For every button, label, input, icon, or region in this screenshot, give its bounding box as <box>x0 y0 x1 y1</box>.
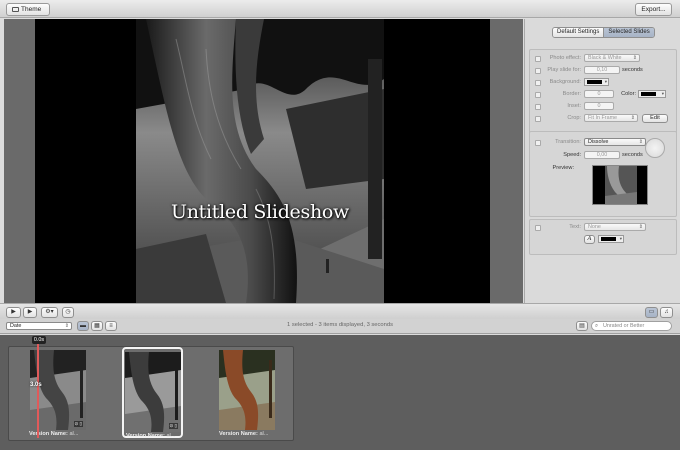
settings-segmented-control: Default Settings Selected Slides <box>552 27 655 38</box>
popup-arrows-icon: ⇕ <box>638 139 643 145</box>
font-button[interactable]: A <box>584 235 595 244</box>
gear-icon: ⚙▾ <box>45 309 54 315</box>
popup-arrows-icon: ⇕ <box>630 115 635 121</box>
tab-selected-slides[interactable]: Selected Slides <box>603 28 654 37</box>
music-note-icon: ♫ <box>664 309 669 315</box>
color-swatch <box>601 237 616 241</box>
filter-hud-button[interactable]: ▤ <box>576 321 588 331</box>
film-play-icon: ▶ <box>11 309 16 315</box>
play-icon: ▶ <box>27 309 33 315</box>
slide-3-version-name: Version Name: al... <box>219 431 269 437</box>
text-label: Text: <box>569 224 581 230</box>
crop-label: Crop: <box>567 115 581 121</box>
slide-2-version-name: Version Name: al... <box>126 433 176 439</box>
text-color-well[interactable]: ▾ <box>598 235 624 243</box>
inset-label: Inset: <box>567 103 581 109</box>
speed-stepper[interactable]: 0,00 <box>584 151 620 159</box>
border-color-well[interactable]: ▾ <box>638 90 666 98</box>
search-field[interactable]: ⌕ Unrated or Better <box>591 321 672 331</box>
timing-button[interactable]: ◷ <box>62 307 74 318</box>
action-menu-button[interactable]: ⚙▾ <box>41 307 58 318</box>
theme-icon <box>12 7 19 12</box>
inset-stepper[interactable]: 0 <box>584 102 614 110</box>
color-swatch <box>587 80 602 84</box>
top-toolbar: Theme Export... <box>0 0 680 18</box>
transition-direction-dial[interactable] <box>645 138 665 158</box>
audio-button[interactable]: ♫ <box>660 307 673 318</box>
export-button[interactable]: Export... <box>635 3 672 16</box>
crop-popup[interactable]: Fit In Frame ⇕ <box>584 114 638 122</box>
browser-sort-bar: Date ⇕ ▬ ▦ ≡ 1 selected - 3 items display… <box>0 319 680 334</box>
chevron-down-icon: ▾ <box>619 236 622 241</box>
search-icon: ⌕ <box>595 323 599 329</box>
tab-default-settings[interactable]: Default Settings <box>553 28 604 37</box>
playhead-duration-label: 0.0s <box>32 336 46 344</box>
text-popup[interactable]: None ⇕ <box>584 223 646 231</box>
popup-arrows-icon: ⇕ <box>632 55 637 61</box>
crop-edit-button[interactable]: Edit <box>642 114 668 123</box>
slide-badge-icons: ⊙ ▯ <box>73 421 83 427</box>
theme-button[interactable]: Theme <box>6 3 50 16</box>
chevron-down-icon: ▾ <box>661 91 664 96</box>
play-duration-unit: seconds <box>622 67 643 73</box>
transition-label: Transition: <box>555 139 581 145</box>
play-slide-label: Play slide for: <box>547 67 581 73</box>
slide-3-image-art <box>219 350 275 430</box>
speed-label: Speed: <box>563 152 581 158</box>
slide-thumbnail-2[interactable]: ⊙ ▯ Version Name: al... <box>122 347 183 439</box>
play-duration-stepper[interactable]: 0,10 <box>584 66 620 74</box>
slide-2-image: ⊙ ▯ <box>125 352 181 432</box>
transition-preview-image <box>593 166 647 204</box>
color-swatch <box>641 92 656 96</box>
transition-popup[interactable]: Dissolve ⇕ <box>584 138 646 146</box>
preview-slideshow-button[interactable]: ▶ <box>6 307 21 318</box>
photo-effect-popup[interactable]: Black & White ⇕ <box>584 54 640 62</box>
aperture-slideshow-window: Theme Export... Untitled Slideshow Defau… <box>0 0 680 450</box>
chevron-down-icon: ▾ <box>604 79 607 84</box>
clock-icon: ◷ <box>65 309 71 315</box>
color-label: Color: <box>621 91 636 97</box>
preview-label: Preview: <box>552 165 574 171</box>
slide-duration-label: 3.0s <box>30 382 42 388</box>
slide-thumbnail-3[interactable]: Version Name: al... <box>217 347 279 438</box>
slide-badge-icons: ⊙ ▯ <box>168 423 178 429</box>
filmstrip-icon: ▭ <box>648 309 655 315</box>
slide-2-image-art <box>125 352 181 432</box>
slide-3-image <box>219 350 275 430</box>
text-group: Text: None ⇕ A ▾ <box>529 219 677 255</box>
background-color-well[interactable]: ▾ <box>584 78 609 86</box>
border-label: Border: <box>562 91 581 97</box>
border-stepper[interactable]: 0 <box>584 90 614 98</box>
speed-unit: seconds <box>622 152 643 158</box>
transition-preview <box>592 165 648 205</box>
popup-arrows-icon: ⇕ <box>638 224 643 230</box>
slide-inspector-panel: Default Settings Selected Slides Photo e… <box>524 19 680 303</box>
browser-view-button[interactable]: ▭ <box>645 307 658 318</box>
photo-effect-label: Photo effect: <box>549 55 581 61</box>
playback-toolbar: ▶ ▶ ⚙▾ ◷ ▭ ♫ <box>0 303 680 319</box>
play-button[interactable]: ▶ <box>23 307 37 318</box>
background-label: Background: <box>549 79 581 85</box>
slide-photo[interactable]: Untitled Slideshow <box>136 19 384 303</box>
tree-photo-image <box>136 19 384 303</box>
filter-icon: ▤ <box>579 323 585 329</box>
timeline-playhead[interactable] <box>37 341 39 438</box>
slide-title-text[interactable]: Untitled Slideshow <box>136 201 384 223</box>
